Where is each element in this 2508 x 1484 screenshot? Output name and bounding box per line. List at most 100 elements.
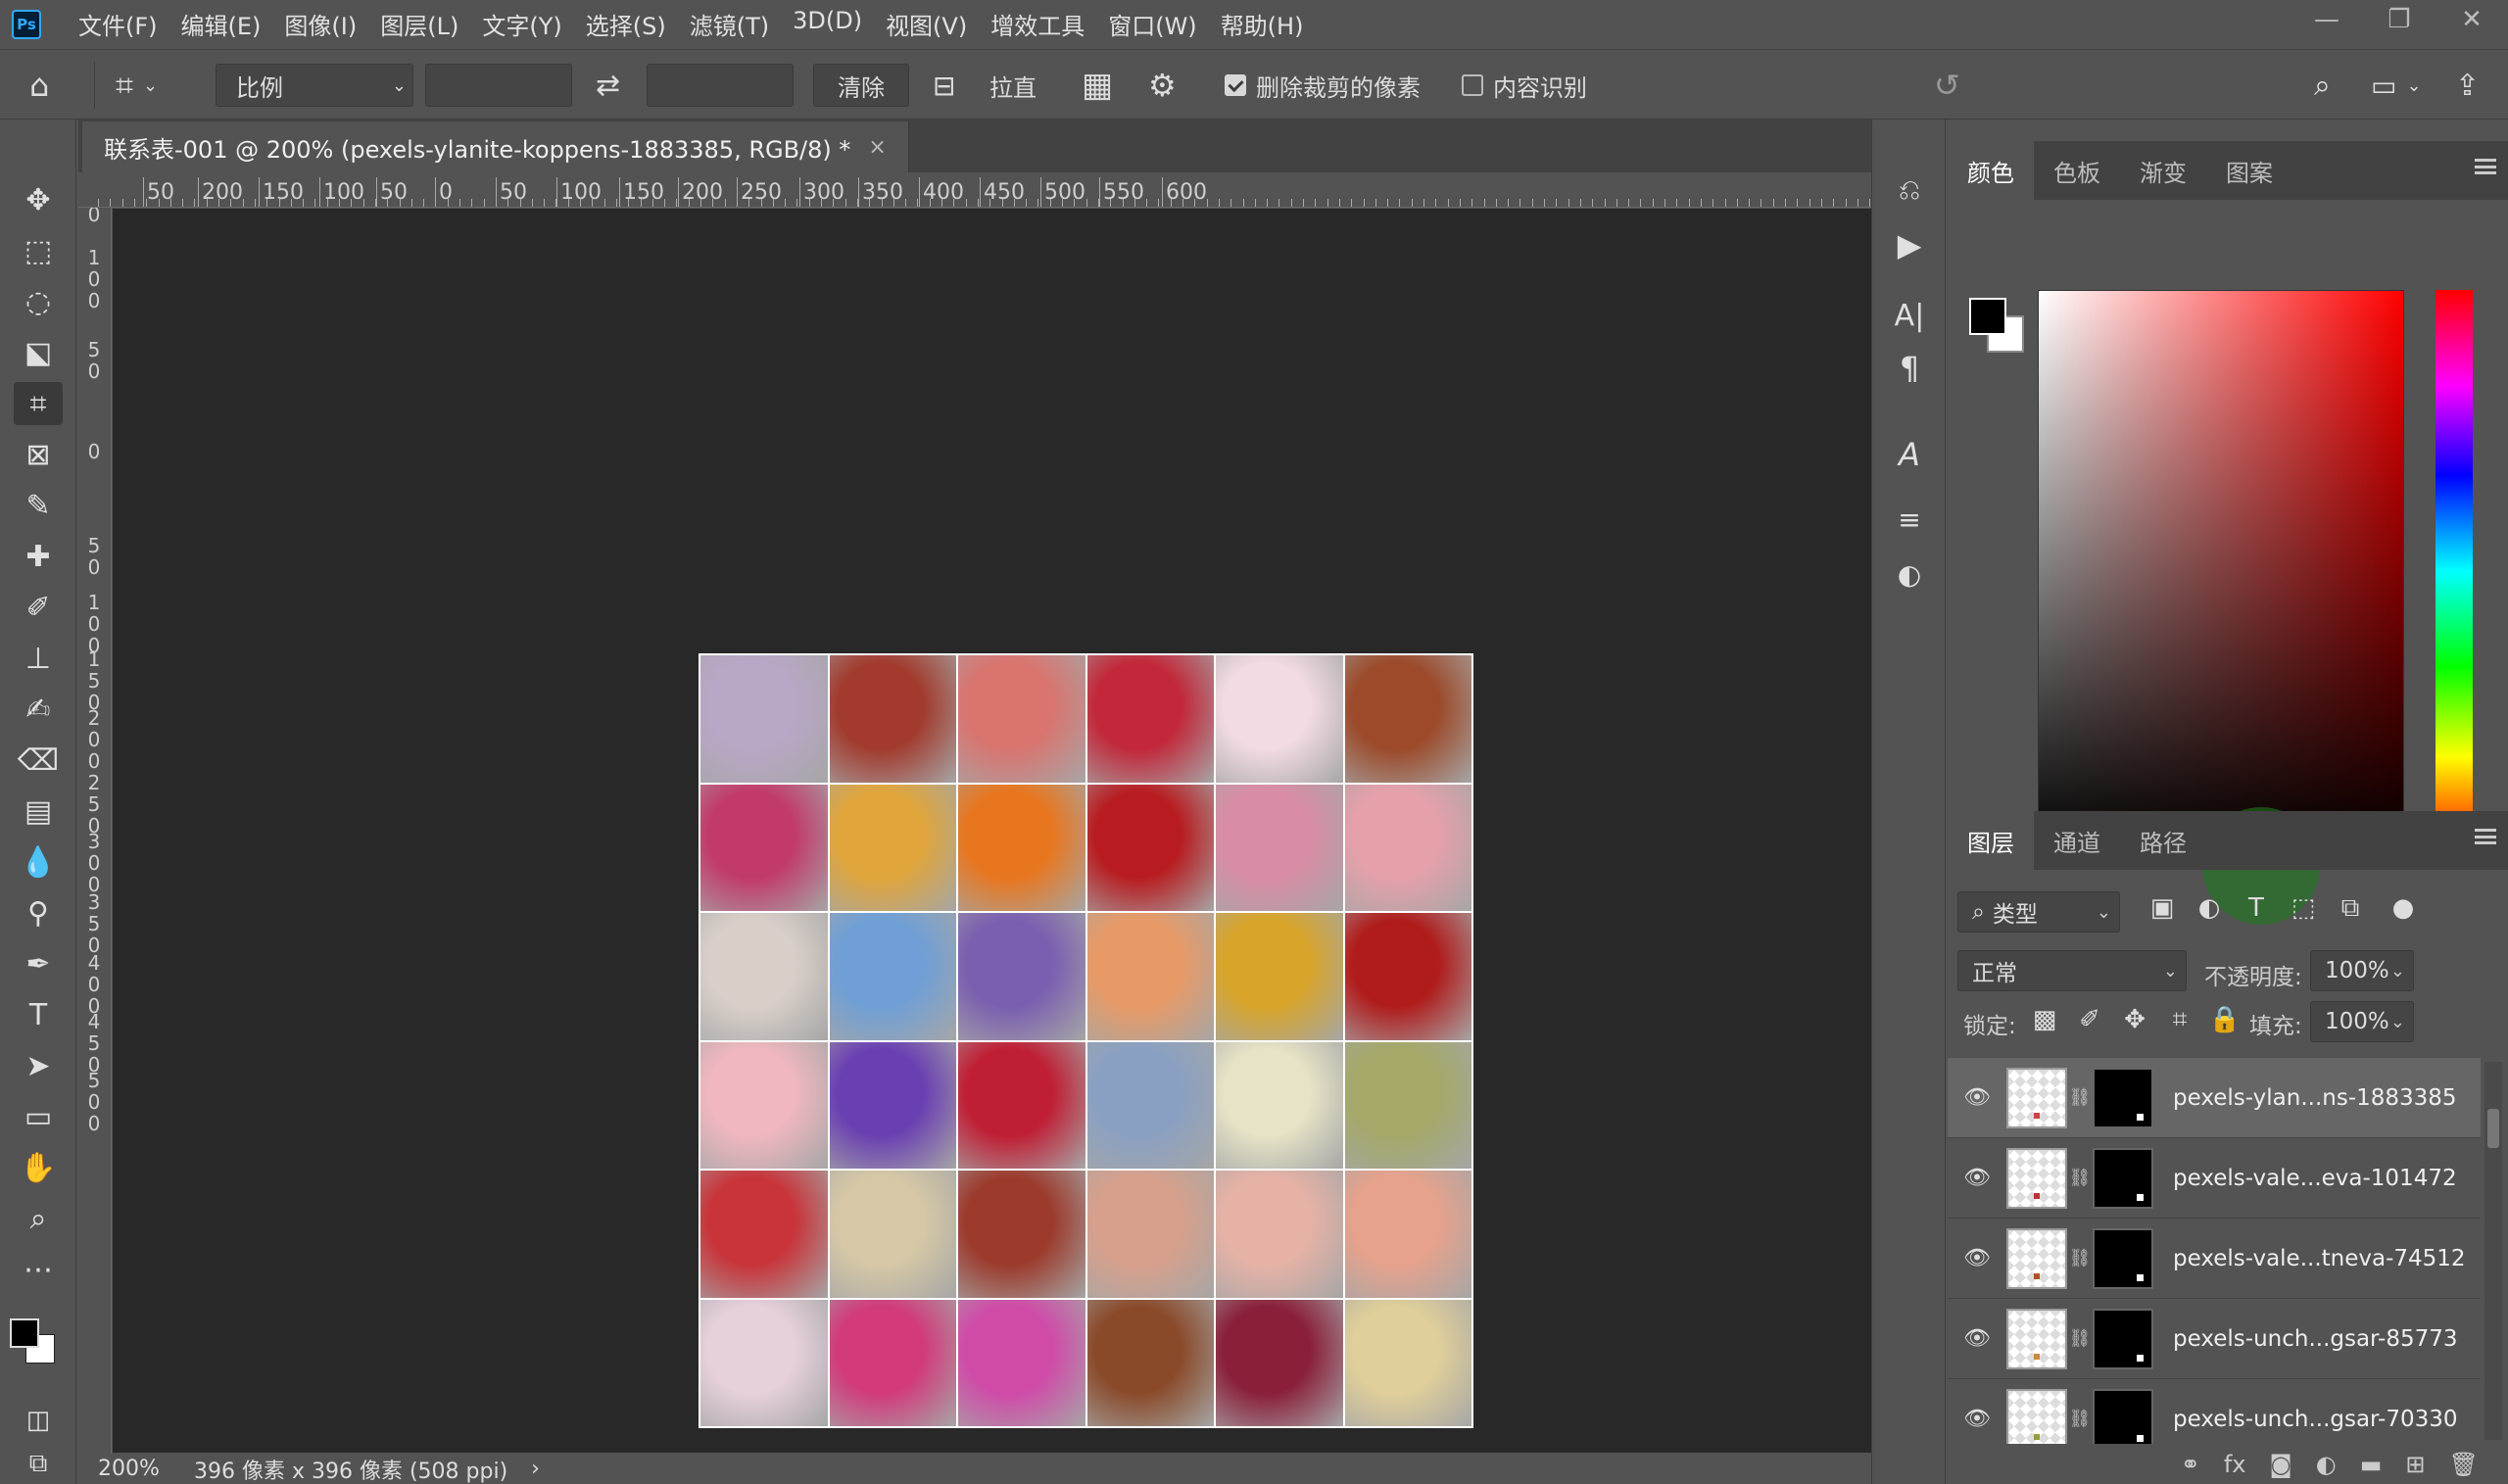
tab-patterns[interactable]: 图案 <box>2206 141 2292 200</box>
foreground-color-chip[interactable] <box>1969 298 2006 335</box>
tab-swatches[interactable]: 色板 <box>2034 141 2120 200</box>
visibility-eye-icon[interactable]: 👁 <box>1948 1407 2006 1431</box>
filter-type-icon[interactable]: T <box>2240 893 2273 923</box>
lock-position-icon[interactable]: ✥ <box>2118 1005 2151 1034</box>
menu-window[interactable]: 窗口(W) <box>1096 7 1208 41</box>
tab-color[interactable]: 颜色 <box>1948 141 2034 200</box>
tab-layers[interactable]: 图层 <box>1948 811 2034 870</box>
mask-link-icon[interactable]: ⛓ <box>2067 1248 2093 1269</box>
delete-cropped-checkbox[interactable]: 删除裁剪的像素 <box>1225 64 1421 107</box>
menu-select[interactable]: 选择(S) <box>574 7 678 41</box>
eyedropper-tool-icon[interactable]: ✎ <box>14 484 63 527</box>
character-icon[interactable]: A| <box>1888 294 1931 337</box>
visibility-eye-icon[interactable]: 👁 <box>1948 1326 2006 1351</box>
crop-tool-preset-icon[interactable]: ⌗ ⌄ <box>116 64 158 107</box>
minimize-icon[interactable]: — <box>2310 5 2343 34</box>
clone-stamp-icon[interactable]: ⊥ <box>14 637 63 680</box>
contact-sheet-image[interactable] <box>699 653 1473 1428</box>
lock-artboard-icon[interactable]: ⌗ <box>2163 1005 2196 1035</box>
layer-thumbnail[interactable] <box>2006 1147 2067 1209</box>
layer-name[interactable]: pexels-ylan...ns-1883385 <box>2173 1085 2457 1111</box>
close-tab-icon[interactable]: × <box>868 135 886 160</box>
menu-plugins[interactable]: 增效工具 <box>979 7 1096 41</box>
lock-transparency-icon[interactable]: ▩ <box>2028 1005 2061 1034</box>
layer-name[interactable]: pexels-vale...eva-101472 <box>2173 1166 2457 1191</box>
menu-image[interactable]: 图像(I) <box>272 7 368 41</box>
layer-thumbnail[interactable] <box>2006 1308 2067 1369</box>
lock-all-icon[interactable]: 🔒 <box>2208 1005 2242 1034</box>
tab-channels[interactable]: 通道 <box>2034 811 2120 870</box>
filter-shape-icon[interactable]: ⬚ <box>2287 893 2320 923</box>
mask-link-icon[interactable]: ⛓ <box>2067 1168 2093 1188</box>
object-select-tool-icon[interactable]: ⬕ <box>14 331 63 374</box>
clear-button[interactable]: 清除 <box>813 64 909 107</box>
opacity-input[interactable]: 100% ⌄ <box>2310 950 2414 991</box>
reset-icon[interactable]: ↺ <box>1934 64 1960 107</box>
gear-icon[interactable]: ⚙ <box>1148 64 1177 107</box>
color-picker-field[interactable] <box>2038 290 2404 852</box>
link-layers-icon[interactable]: ⚭ <box>2181 1451 2200 1478</box>
layer-mask-thumbnail[interactable] <box>2093 1308 2153 1369</box>
brush-tool-icon[interactable]: ✐ <box>14 586 63 629</box>
layer-name[interactable]: pexels-unch...gsar-70330 <box>2173 1407 2458 1432</box>
fill-input[interactable]: 100% ⌄ <box>2310 1001 2414 1042</box>
hue-slider[interactable] <box>2436 290 2473 852</box>
workspace-icon[interactable]: ▭ ⌄ <box>2371 64 2422 107</box>
layers-scrollbar[interactable] <box>2484 1062 2502 1440</box>
gradient-tool-icon[interactable]: ▤ <box>14 790 63 833</box>
width-input[interactable] <box>425 64 572 107</box>
filter-adjustment-icon[interactable]: ◐ <box>2193 893 2226 923</box>
history-icon[interactable]: ⎌ <box>1888 168 1931 212</box>
info-arrow-icon[interactable]: › <box>531 1457 540 1481</box>
filter-toggle-icon[interactable]: ● <box>2387 893 2420 923</box>
delete-layer-icon[interactable]: 🗑 <box>2449 1451 2479 1478</box>
layer-name[interactable]: pexels-unch...gsar-85773 <box>2173 1326 2458 1352</box>
adjustments-icon[interactable]: ≡ <box>1888 498 1931 541</box>
menu-view[interactable]: 视图(V) <box>874 7 979 41</box>
new-layer-icon[interactable]: ⊞ <box>2405 1451 2425 1478</box>
glyphs-icon[interactable]: A <box>1888 433 1931 476</box>
restore-icon[interactable]: ❐ <box>2383 5 2416 34</box>
path-select-icon[interactable]: ➤ <box>14 1044 63 1087</box>
eraser-tool-icon[interactable]: ⌫ <box>14 739 63 782</box>
content-aware-checkbox[interactable]: 内容识别 <box>1462 64 1587 107</box>
crop-tool-icon[interactable]: ⌗ <box>14 382 63 425</box>
close-window-icon[interactable]: ✕ <box>2455 5 2488 34</box>
healing-brush-icon[interactable]: ✚ <box>14 535 63 578</box>
panel-menu-icon[interactable] <box>2475 159 2496 174</box>
menu-edit[interactable]: 编辑(E) <box>169 7 273 41</box>
search-icon[interactable]: ⌕ <box>2314 64 2331 107</box>
paragraph-icon[interactable]: ¶ <box>1888 347 1931 390</box>
document-tab[interactable]: 联系表-001 @ 200% (pexels-ylanite-koppens-1… <box>82 121 909 172</box>
blend-mode-dropdown[interactable]: 正常 ⌄ <box>1957 950 2187 991</box>
tab-paths[interactable]: 路径 <box>2120 811 2206 870</box>
swap-icon[interactable]: ⇄ <box>596 64 620 107</box>
layer-row[interactable]: 👁 ⛓ pexels-unch...gsar-85773 <box>1948 1299 2481 1379</box>
layer-row[interactable]: 👁 ⛓ pexels-unch...gsar-70330 <box>1948 1379 2481 1444</box>
layer-thumbnail[interactable] <box>2006 1227 2067 1289</box>
visibility-eye-icon[interactable]: 👁 <box>1948 1246 2006 1270</box>
move-tool-icon[interactable]: ✥ <box>14 178 63 221</box>
layer-mask-thumbnail[interactable] <box>2093 1067 2153 1128</box>
layer-filter-dropdown[interactable]: ⌕ 类型 ⌄ <box>1957 891 2120 933</box>
menu-help[interactable]: 帮助(H) <box>1209 7 1316 41</box>
height-input[interactable] <box>647 64 794 107</box>
layer-name[interactable]: pexels-vale...tneva-74512 <box>2173 1246 2466 1271</box>
share-icon[interactable]: ⇪ <box>2455 64 2480 107</box>
mask-link-icon[interactable]: ⛓ <box>2067 1087 2093 1108</box>
pen-tool-icon[interactable]: ✒ <box>14 942 63 985</box>
layer-row[interactable]: 👁 ⛓ pexels-vale...eva-101472 <box>1948 1138 2481 1219</box>
properties-icon[interactable]: ◐ <box>1888 552 1931 596</box>
dodge-tool-icon[interactable]: ⚲ <box>14 891 63 934</box>
zoom-tool-icon[interactable]: ⌕ <box>14 1197 63 1240</box>
adjustment-layer-icon[interactable]: ◐ <box>2316 1451 2337 1478</box>
menu-layer[interactable]: 图层(L) <box>368 7 470 41</box>
grid-overlay-icon[interactable]: ▦ <box>1082 64 1113 107</box>
layer-mask-thumbnail[interactable] <box>2093 1147 2153 1209</box>
hand-tool-icon[interactable]: ✋ <box>14 1146 63 1189</box>
layer-thumbnail[interactable] <box>2006 1067 2067 1128</box>
visibility-eye-icon[interactable]: 👁 <box>1948 1166 2006 1190</box>
menu-type[interactable]: 文字(Y) <box>470 7 573 41</box>
straighten-label[interactable]: 拉直 <box>989 64 1037 107</box>
filter-pixel-icon[interactable]: ▣ <box>2146 893 2179 923</box>
